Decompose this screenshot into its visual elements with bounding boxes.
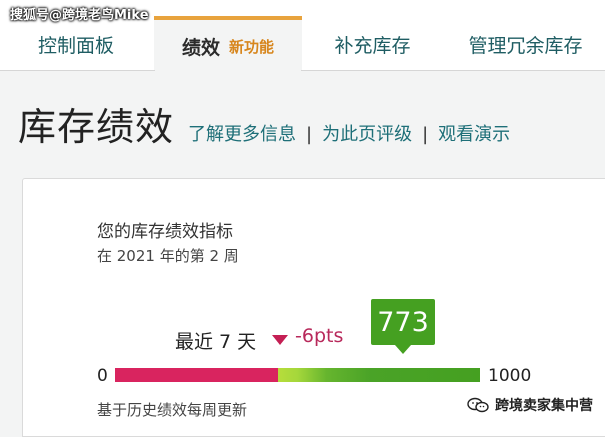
score-delta: -6pts [295,325,344,347]
link-separator: | [422,124,429,145]
tab-dashboard[interactable]: 控制面板 [0,18,152,70]
watermark-text: 跨境卖家集中营 [495,398,593,414]
page-header: 库存绩效 了解更多信息 | 为此页评级 | 观看演示 [18,96,510,151]
tab-performance[interactable]: 绩效 新功能 [154,16,302,72]
tab-label: 管理冗余库存 [468,34,583,57]
tab-label: 补充库存 [334,34,411,57]
active-tab-gap [155,69,301,72]
tab-replenish-inventory[interactable]: 补充库存 [305,18,440,70]
tab-manage-excess-inventory[interactable]: 管理冗余库存 [446,18,605,70]
tab-label: 绩效 [181,36,220,59]
metric-title: 您的库存绩效指标 [97,222,233,242]
wechat-icon [467,397,489,413]
watermark-top: 搜狐号@跨境老鸟Mike [10,8,149,23]
link-separator: | [306,124,313,145]
rate-page-link[interactable]: 为此页评级 [322,120,412,146]
down-arrow-icon [272,335,288,345]
tab-divider [0,70,605,71]
watermark-bottom: 跨境卖家集中营 [467,395,593,415]
learn-more-link[interactable]: 了解更多信息 [188,120,296,146]
metric-week: 在 2021 年的第 2 周 [97,247,239,265]
scale-min: 0 [97,366,108,386]
page-title: 库存绩效 [18,105,175,149]
scale-max: 1000 [488,366,532,386]
new-feature-badge: 新功能 [229,37,275,56]
update-note: 基于历史绩效每周更新 [97,401,248,419]
tab-label: 控制面板 [37,34,114,57]
header-links: 了解更多信息 | 为此页评级 | 观看演示 [188,120,510,146]
recent-period-label: 最近 7 天 [175,331,257,353]
score-gradient-bar [115,368,480,382]
score-pointer-icon [395,345,411,354]
watch-demo-link[interactable]: 观看演示 [438,120,510,146]
score-badge: 773 [371,299,435,345]
